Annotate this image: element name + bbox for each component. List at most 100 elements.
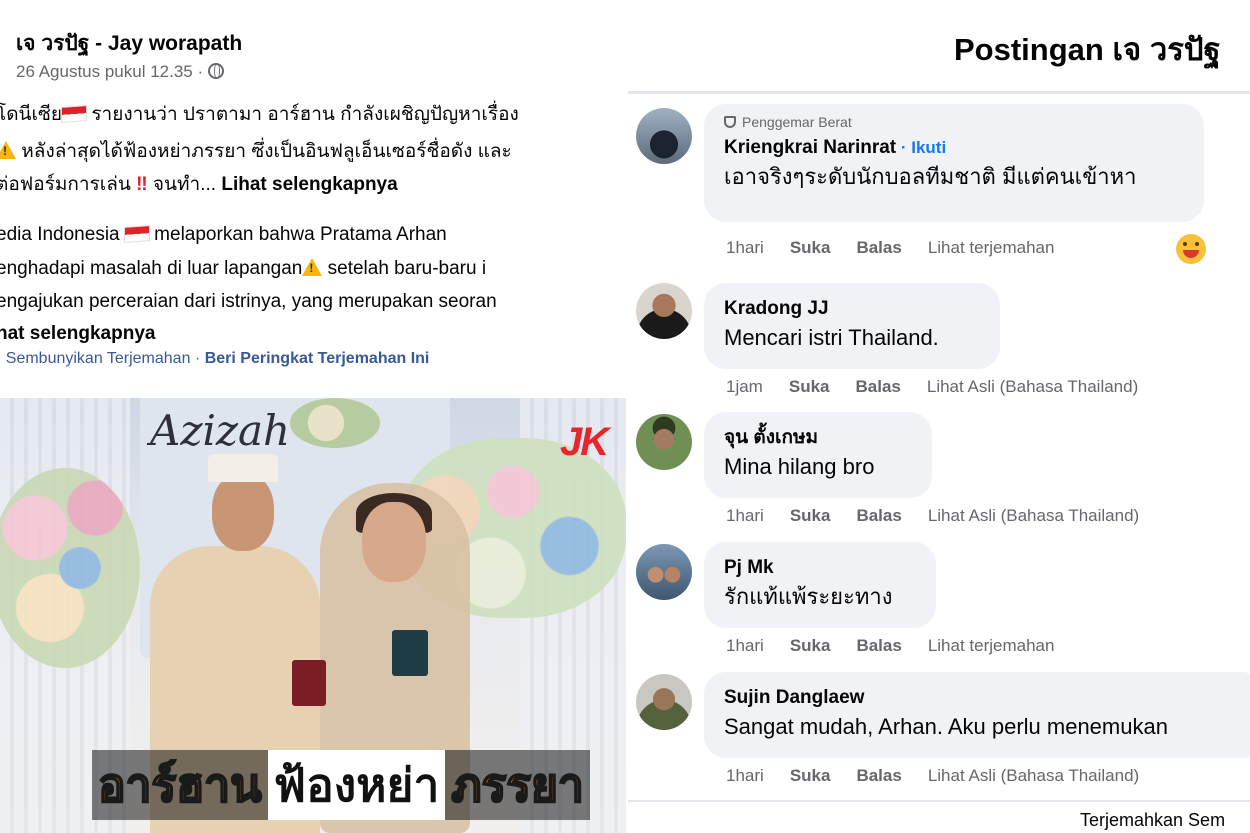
see-more-link[interactable]: Lihat selengkapnya bbox=[221, 174, 397, 195]
bride-head bbox=[362, 502, 426, 582]
comment-actions: 1hari Suka Balas Lihat terjemahan bbox=[726, 238, 1080, 258]
see-translation-link[interactable]: Lihat terjemahan bbox=[928, 238, 1055, 257]
post-photo[interactable]: Azizah JK อาร์ฮาน ฟ้องหย่า ภรรยา bbox=[0, 398, 626, 833]
rate-translation-link[interactable]: Beri Peringkat Terjemahan Ini bbox=[205, 350, 430, 367]
avatar[interactable] bbox=[636, 544, 692, 600]
laughing-emoji-icon[interactable] bbox=[1176, 234, 1206, 264]
post-text-segment: ต่อฟอร์มการเล่น bbox=[0, 174, 131, 195]
see-more-label[interactable]: hat selengkapnya bbox=[0, 323, 155, 344]
see-original-link[interactable]: Lihat Asli (Bahasa Thailand) bbox=[927, 377, 1138, 396]
caption-segment-3: ภรรยา bbox=[445, 750, 590, 820]
comment-bubble: จุน ตั้งเกษม Mina hilang bro bbox=[704, 412, 932, 498]
news-logo: JK bbox=[560, 420, 609, 464]
commenter-name-label[interactable]: Kriengkrai Narinrat bbox=[724, 137, 896, 158]
post-date[interactable]: 26 Agustus pukul 12.35 · bbox=[16, 62, 203, 81]
comment-bubble: Kradong JJ Mencari istri Thailand. bbox=[704, 283, 1000, 369]
post-timestamp[interactable]: 26 Agustus pukul 12.35 · bbox=[16, 62, 224, 82]
groom-head bbox=[212, 473, 274, 551]
like-button[interactable]: Suka bbox=[790, 506, 831, 525]
post-text-translated-line-3: engajukan perceraian dari istrinya, yang… bbox=[0, 291, 497, 312]
commenter-name[interactable]: Pj Mk bbox=[724, 554, 916, 582]
comment-bubble: Sujin Danglaew Sangat mudah, Arhan. Aku … bbox=[704, 672, 1250, 758]
post-text-translated-line-1: edia Indonesia melaporkan bahwa Pratama … bbox=[0, 224, 447, 247]
facebook-post: เจ วรปัฐ - Jay worapath 26 Agustus pukul… bbox=[0, 0, 626, 833]
post-text-translated-line-2: enghadapi masalah di luar lapangan setel… bbox=[0, 258, 486, 281]
reply-button[interactable]: Balas bbox=[856, 238, 901, 257]
post-text-segment: enghadapi masalah di luar lapangan bbox=[0, 258, 303, 279]
post-text-segment: edia Indonesia bbox=[0, 224, 125, 245]
commenter-name[interactable]: Sujin Danglaew bbox=[724, 684, 1244, 712]
flower-arrangement bbox=[290, 398, 380, 448]
avatar[interactable] bbox=[636, 414, 692, 470]
like-button[interactable]: Suka bbox=[790, 238, 831, 257]
warning-icon bbox=[302, 258, 323, 276]
post-text-thai-line-3: ต่อฟอร์มการเล่น ‼ จนทำ... Lihat selengka… bbox=[0, 174, 398, 197]
caption-segment-1: อาร์ฮาน bbox=[92, 750, 268, 820]
comment-text: Mina hilang bro bbox=[724, 454, 875, 479]
comment-text: Sangat mudah, Arhan. Aku perlu menemukan bbox=[724, 714, 1168, 739]
post-text-segment: โดนีเซีย bbox=[0, 104, 63, 125]
commenter-name[interactable]: Kradong JJ bbox=[724, 295, 980, 323]
comment-time[interactable]: 1hari bbox=[726, 766, 764, 785]
post-text-segment: melaporkan bahwa Pratama Arhan bbox=[148, 224, 447, 245]
translate-all-link[interactable]: Terjemahkan Sem bbox=[1080, 810, 1225, 831]
hide-translation-link[interactable]: · Sembunyikan Terjemahan · bbox=[0, 350, 205, 367]
groom-hat bbox=[208, 454, 278, 482]
see-translation-link[interactable]: Lihat terjemahan bbox=[928, 636, 1055, 655]
avatar[interactable] bbox=[636, 283, 692, 339]
comment-bubble: Pj Mk รักแท้แพ้ระยะทาง bbox=[704, 542, 936, 628]
post-text-thai-line-2: หลังล่าสุดได้ฟ้องหย่าภรรยา ซึ่งเป็นอินฟล… bbox=[0, 141, 512, 164]
double-exclamation-icon: ‼ bbox=[136, 174, 148, 195]
comment-actions: 1hari Suka Balas Lihat Asli (Bahasa Thailan… bbox=[726, 506, 1165, 526]
photo-caption: อาร์ฮาน ฟ้องหย่า ภรรยา bbox=[92, 750, 590, 820]
follow-link[interactable]: · Ikuti bbox=[896, 138, 946, 157]
comments-footer: Terjemahkan Sem bbox=[628, 800, 1250, 833]
globe-icon bbox=[207, 63, 224, 79]
comment-time[interactable]: 1jam bbox=[726, 377, 763, 396]
warning-icon bbox=[0, 141, 16, 159]
top-fan-badge: Penggemar Berat bbox=[724, 114, 1184, 134]
indonesia-flag-icon bbox=[124, 226, 149, 242]
comment-time[interactable]: 1hari bbox=[726, 506, 764, 525]
comments-panel: Postingan เจ วรปัฐ Penggemar Berat Krien… bbox=[628, 0, 1250, 833]
badge-label: Penggemar Berat bbox=[742, 114, 852, 130]
see-original-link[interactable]: Lihat Asli (Bahasa Thailand) bbox=[928, 766, 1139, 785]
indonesia-flag-icon bbox=[62, 106, 87, 122]
commenter-name[interactable]: Kriengkrai Narinrat · Ikuti bbox=[724, 134, 1184, 162]
comment-text: เอาจริงๆระดับนักบอลทีมชาติ มีแต่คนเข้าหา bbox=[724, 164, 1137, 189]
see-original-link[interactable]: Lihat Asli (Bahasa Thailand) bbox=[928, 506, 1139, 525]
comment-actions: 1hari Suka Balas Lihat Asli (Bahasa Thailan… bbox=[726, 766, 1165, 786]
post-author-name[interactable]: เจ วรปัฐ - Jay worapath bbox=[16, 27, 242, 60]
post-text-thai-line-1: โดนีเซีย รายงานว่า ปราตามา อาร์ฮาน กำลัง… bbox=[0, 104, 519, 127]
caption-segment-2: ฟ้องหย่า bbox=[267, 750, 446, 820]
post-text-segment: setelah baru-baru i bbox=[322, 258, 487, 279]
comment-text: รักแท้แพ้ระยะทาง bbox=[724, 584, 893, 609]
backdrop-script-name: Azizah bbox=[150, 406, 291, 455]
see-more-link-translated[interactable]: hat selengkapnya bbox=[0, 323, 155, 346]
post-text-segment: รายงานว่า ปราตามา อาร์ฮาน กำลังเผชิญปัญห… bbox=[86, 104, 519, 125]
avatar[interactable] bbox=[636, 674, 692, 730]
like-button[interactable]: Suka bbox=[790, 636, 831, 655]
marriage-book-green bbox=[392, 630, 428, 676]
avatar[interactable] bbox=[636, 108, 692, 164]
comment-text: Mencari istri Thailand. bbox=[724, 325, 939, 350]
reply-button[interactable]: Balas bbox=[856, 506, 901, 525]
like-button[interactable]: Suka bbox=[789, 377, 830, 396]
translation-controls: · Sembunyikan Terjemahan · Beri Peringka… bbox=[0, 350, 429, 368]
reply-button[interactable]: Balas bbox=[856, 636, 901, 655]
marriage-book-red bbox=[292, 660, 326, 706]
like-button[interactable]: Suka bbox=[790, 766, 831, 785]
comment-time[interactable]: 1hari bbox=[726, 238, 764, 257]
comments-header: Postingan เจ วรปัฐ bbox=[628, 0, 1250, 94]
shield-badge-icon bbox=[724, 116, 736, 128]
comments-panel-title: Postingan เจ วรปัฐ bbox=[954, 32, 1221, 67]
reply-button[interactable]: Balas bbox=[856, 766, 901, 785]
reply-button[interactable]: Balas bbox=[856, 377, 901, 396]
post-text-segment: จนทำ... bbox=[147, 174, 222, 195]
comment-actions: 1jam Suka Balas Lihat Asli (Bahasa Thailand… bbox=[726, 377, 1164, 397]
comment-actions: 1hari Suka Balas Lihat terjemahan bbox=[726, 636, 1080, 656]
comment-time[interactable]: 1hari bbox=[726, 636, 764, 655]
commenter-name[interactable]: จุน ตั้งเกษม bbox=[724, 424, 912, 452]
post-text-segment: หลังล่าสุดได้ฟ้องหย่าภรรยา ซึ่งเป็นอินฟล… bbox=[16, 141, 512, 162]
comment-bubble: Penggemar Berat Kriengkrai Narinrat · Ik… bbox=[704, 104, 1204, 222]
